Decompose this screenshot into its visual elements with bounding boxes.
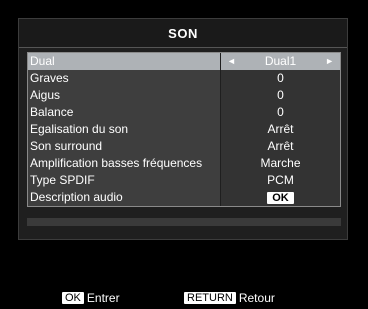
hint-return: RETURN Retour <box>184 289 275 307</box>
divider <box>27 218 341 226</box>
ok-key-icon: OK <box>62 292 84 304</box>
arrow-left-icon[interactable]: ◄ <box>227 53 236 70</box>
setting-value[interactable]: 0 <box>220 87 340 104</box>
ok-button[interactable]: OK <box>267 191 294 204</box>
setting-row-bass-amp[interactable]: Amplification basses fréquences Marche <box>28 155 340 172</box>
setting-label: Type SPDIF <box>28 172 220 189</box>
setting-label: Dual <box>28 53 220 70</box>
setting-row-egalisation[interactable]: Egalisation du son Arrêt <box>28 121 340 138</box>
setting-label: Son surround <box>28 138 220 155</box>
setting-value[interactable]: 0 <box>220 70 340 87</box>
setting-value[interactable]: PCM <box>220 172 340 189</box>
return-key-icon: RETURN <box>184 292 236 304</box>
settings-list: Dual ◄ Dual1 ► Graves 0 Aigus 0 Balance … <box>27 52 341 207</box>
setting-label: Amplification basses fréquences <box>28 155 220 172</box>
setting-value[interactable]: ◄ Dual1 ► <box>220 53 340 70</box>
setting-label: Aigus <box>28 87 220 104</box>
footer-hints: OK Entrer RETURN Retour <box>0 289 368 307</box>
setting-label: Balance <box>28 104 220 121</box>
arrow-right-icon[interactable]: ► <box>325 53 334 70</box>
sound-menu-panel: SON Dual ◄ Dual1 ► Graves 0 Aigus 0 Bala… <box>18 18 348 240</box>
setting-row-dual[interactable]: Dual ◄ Dual1 ► <box>28 53 340 70</box>
setting-value[interactable]: Arrêt <box>220 138 340 155</box>
value-text: Dual1 <box>264 54 297 68</box>
setting-row-audio-description[interactable]: Description audio OK <box>28 189 340 206</box>
setting-label: Egalisation du son <box>28 121 220 138</box>
setting-label: Description audio <box>28 189 220 206</box>
hint-enter: OK Entrer <box>62 289 120 307</box>
setting-label: Graves <box>28 70 220 87</box>
setting-row-graves[interactable]: Graves 0 <box>28 70 340 87</box>
setting-row-balance[interactable]: Balance 0 <box>28 104 340 121</box>
hint-return-label: Retour <box>238 291 275 305</box>
setting-value[interactable]: 0 <box>220 104 340 121</box>
menu-title: SON <box>19 19 347 48</box>
setting-value[interactable]: Marche <box>220 155 340 172</box>
setting-row-surround[interactable]: Son surround Arrêt <box>28 138 340 155</box>
setting-value[interactable]: OK <box>220 189 340 206</box>
hint-enter-label: Entrer <box>86 291 120 305</box>
setting-value[interactable]: Arrêt <box>220 121 340 138</box>
setting-row-aigus[interactable]: Aigus 0 <box>28 87 340 104</box>
setting-row-spdif[interactable]: Type SPDIF PCM <box>28 172 340 189</box>
